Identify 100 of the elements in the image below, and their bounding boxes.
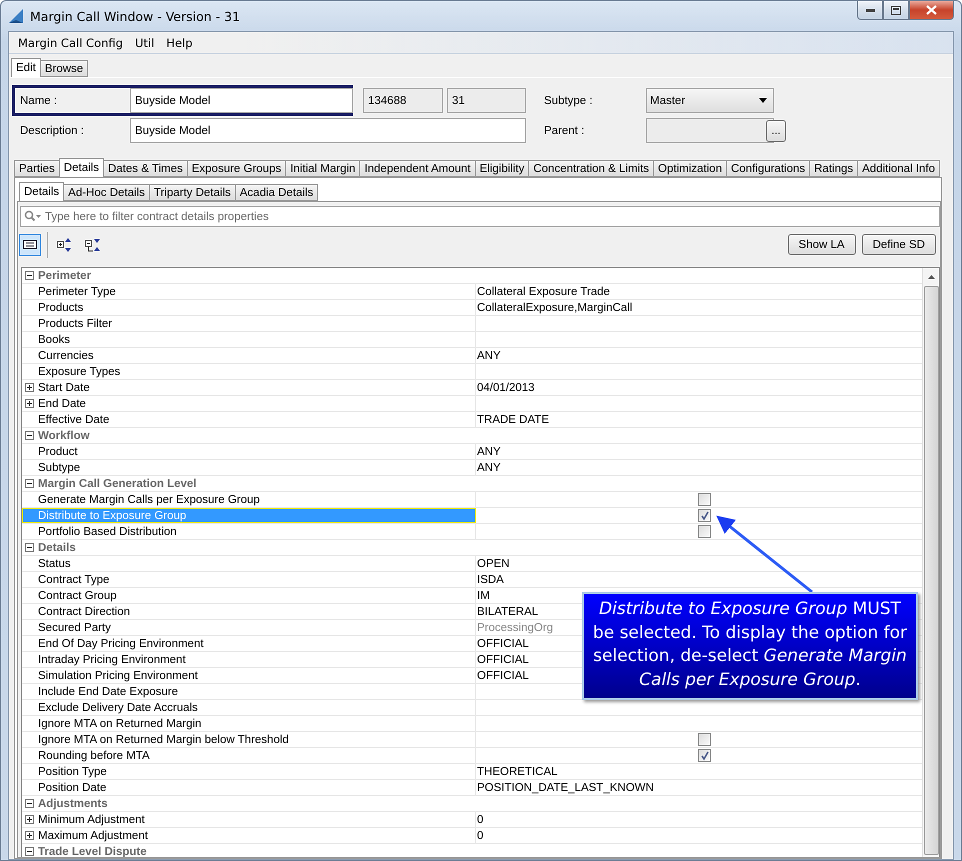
property-row[interactable]: Exclude Delivery Date Accruals bbox=[22, 700, 476, 715]
tab[interactable]: Additional Info bbox=[857, 160, 940, 177]
property-value: ProcessingOrg bbox=[477, 622, 554, 634]
property-row[interactable]: End Of Day Pricing Environment bbox=[22, 636, 476, 651]
minimize-button[interactable] bbox=[857, 1, 883, 20]
filter-field[interactable]: Type here to filter contract details properties bbox=[20, 206, 940, 227]
parent-field[interactable] bbox=[646, 118, 774, 143]
property-row[interactable]: Currencies bbox=[22, 348, 476, 363]
collapse-icon[interactable] bbox=[25, 479, 34, 488]
collapse-icon[interactable] bbox=[25, 271, 34, 280]
checkbox[interactable] bbox=[698, 493, 711, 506]
tab[interactable]: Edit bbox=[11, 58, 41, 77]
property-row[interactable]: Rounding before MTA bbox=[22, 748, 476, 763]
window-title: Margin Call Window - Version - 31 bbox=[30, 8, 240, 24]
menu-item[interactable]: Help bbox=[160, 36, 199, 50]
tab[interactable]: Optimization bbox=[653, 160, 727, 177]
expand-icon[interactable] bbox=[25, 383, 34, 392]
scrollbar[interactable] bbox=[922, 268, 939, 857]
property-row[interactable]: Exposure Types bbox=[22, 364, 476, 379]
minimize-icon bbox=[866, 8, 874, 12]
tab[interactable]: Triparty Details bbox=[148, 184, 236, 201]
caret-icon bbox=[759, 98, 767, 103]
property-row[interactable]: Books bbox=[22, 332, 476, 347]
tab[interactable]: Browse bbox=[40, 60, 88, 77]
property-row[interactable]: Include End Date Exposure bbox=[22, 684, 476, 699]
tab[interactable]: Dates & Times bbox=[102, 160, 188, 177]
property-value: OFFICIAL bbox=[477, 654, 529, 666]
property-row[interactable]: Contract Direction bbox=[22, 604, 476, 619]
expand-icon[interactable] bbox=[25, 831, 34, 840]
property-row[interactable]: Contract Group bbox=[22, 588, 476, 603]
tab[interactable]: Parties bbox=[14, 160, 60, 177]
group-header: Workflow bbox=[38, 430, 90, 442]
expand-icon[interactable] bbox=[25, 815, 34, 824]
tab[interactable]: Configurations bbox=[726, 160, 810, 177]
maximize-icon bbox=[891, 6, 901, 14]
property-value: OFFICIAL bbox=[477, 638, 529, 650]
checkbox[interactable] bbox=[698, 749, 711, 762]
property-row[interactable]: Position Date bbox=[22, 780, 476, 795]
expand-icon[interactable] bbox=[25, 399, 34, 408]
show-la-button[interactable]: Show LA bbox=[788, 234, 856, 255]
property-row[interactable]: Status bbox=[22, 556, 476, 571]
property-row[interactable]: Products Filter bbox=[22, 316, 476, 331]
collapse-icon[interactable] bbox=[25, 799, 34, 808]
property-row[interactable]: Maximum Adjustment bbox=[22, 828, 476, 843]
property-value: CollateralExposure,MarginCall bbox=[477, 302, 632, 314]
group-header: Details bbox=[38, 542, 76, 554]
property-value: IM bbox=[477, 590, 490, 602]
menu-item[interactable]: Margin Call Config bbox=[9, 36, 129, 50]
maximize-button[interactable] bbox=[883, 1, 909, 20]
tab[interactable]: Ad-Hoc Details bbox=[63, 184, 150, 201]
group-header: Adjustments bbox=[38, 798, 108, 810]
property-row[interactable]: Effective Date bbox=[22, 412, 476, 427]
close-button[interactable] bbox=[909, 1, 954, 20]
tab[interactable]: Initial Margin bbox=[285, 160, 360, 177]
tab[interactable]: Ratings bbox=[809, 160, 858, 177]
tab[interactable]: Details bbox=[19, 182, 64, 201]
tab[interactable]: Acadia Details bbox=[234, 184, 318, 201]
subtype-dropdown[interactable]: Master bbox=[646, 88, 774, 113]
property-value: ANY bbox=[477, 350, 501, 362]
tab[interactable]: Details bbox=[58, 158, 104, 177]
collapse-icon[interactable] bbox=[25, 543, 34, 552]
property-row[interactable]: Product bbox=[22, 444, 476, 459]
checkbox[interactable] bbox=[698, 525, 711, 538]
property-row[interactable]: Ignore MTA on Returned Margin below Threshold bbox=[22, 732, 476, 747]
property-row[interactable]: End Date bbox=[22, 396, 476, 411]
callout-note: Distribute to Exposure Group MUST be selected. To display the option for selection, de-select Generate Margin Calls per Exposure Group. bbox=[582, 592, 918, 700]
define-sd-button[interactable]: Define SD bbox=[862, 234, 936, 255]
property-row[interactable]: Portfolio Based Distribution bbox=[22, 524, 476, 539]
tab[interactable]: Concentration & Limits bbox=[528, 160, 654, 177]
checkbox[interactable] bbox=[698, 509, 711, 522]
property-value: THEORETICAL bbox=[477, 766, 558, 778]
tab[interactable]: Exposure Groups bbox=[186, 160, 286, 177]
property-row[interactable]: Minimum Adjustment bbox=[22, 812, 476, 827]
property-value: ANY bbox=[477, 446, 501, 458]
property-row[interactable]: Start Date bbox=[22, 380, 476, 395]
tab[interactable]: Independent Amount bbox=[359, 160, 476, 177]
version-field: 31 bbox=[447, 88, 526, 113]
list-view-icon[interactable] bbox=[19, 234, 41, 256]
property-row[interactable]: Generate Margin Calls per Exposure Group bbox=[22, 492, 476, 507]
description-field[interactable]: Buyside Model bbox=[130, 118, 526, 143]
name-field[interactable]: Buyside Model bbox=[130, 88, 353, 113]
property-row[interactable]: Perimeter Type bbox=[22, 284, 476, 299]
property-row[interactable]: Ignore MTA on Returned Margin bbox=[22, 716, 476, 731]
checkbox[interactable] bbox=[698, 733, 711, 746]
property-row[interactable]: Contract Type bbox=[22, 572, 476, 587]
property-row[interactable]: Position Type bbox=[22, 764, 476, 779]
property-row[interactable]: Simulation Pricing Environment bbox=[22, 668, 476, 683]
property-row[interactable]: Intraday Pricing Environment bbox=[22, 652, 476, 667]
property-value: ISDA bbox=[477, 574, 504, 586]
property-row[interactable]: Products bbox=[22, 300, 476, 315]
collapse-icon[interactable] bbox=[25, 431, 34, 440]
tab[interactable]: Eligibility bbox=[474, 160, 530, 177]
property-value: ANY bbox=[477, 462, 501, 474]
property-row[interactable]: Secured Party bbox=[22, 620, 476, 635]
id-field: 134688 bbox=[363, 88, 443, 113]
menu-item[interactable]: Util bbox=[128, 36, 160, 50]
property-row[interactable]: Subtype bbox=[22, 460, 476, 475]
browse-button[interactable]: ... bbox=[766, 120, 786, 142]
group-header: Margin Call Generation Level bbox=[38, 478, 196, 490]
collapse-icon[interactable] bbox=[25, 847, 34, 856]
